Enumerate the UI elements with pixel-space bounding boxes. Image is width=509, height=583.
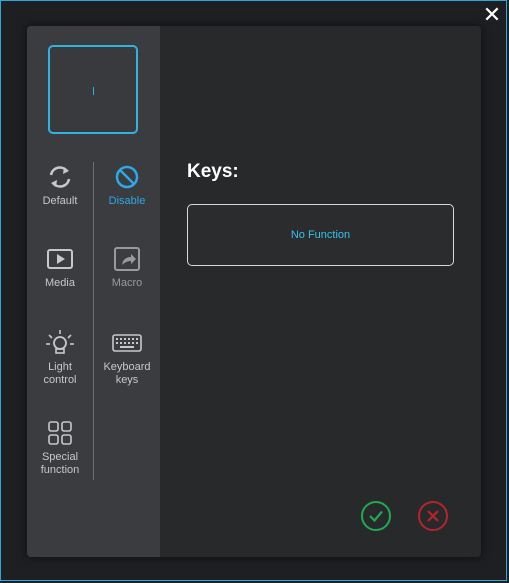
- check-icon: [369, 510, 383, 523]
- grid-icon: [48, 421, 72, 445]
- category-media[interactable]: Media: [29, 245, 91, 290]
- function-sidebar: Default Disable Media Macro Light contro…: [27, 26, 160, 557]
- key-preview[interactable]: [48, 45, 138, 134]
- category-label-line1: Special: [41, 451, 79, 463]
- close-button[interactable]: ✕: [480, 4, 504, 28]
- confirm-button[interactable]: [361, 501, 391, 531]
- keyboard-icon: [112, 334, 142, 352]
- key-assignment-dialog: Default Disable Media Macro Light contro…: [27, 26, 481, 557]
- disable-icon: [115, 165, 139, 189]
- refresh-icon: [49, 166, 71, 188]
- category-label: Disable: [108, 195, 146, 207]
- category-label: Macro: [111, 277, 143, 289]
- keys-value: No Function: [290, 229, 351, 241]
- category-label-line2: function: [40, 464, 80, 476]
- keys-heading: Keys:: [187, 161, 239, 182]
- category-label-line2: control: [43, 374, 77, 386]
- category-disable[interactable]: Disable: [96, 163, 158, 208]
- main-panel: [160, 26, 481, 557]
- category-label-line1: Light: [48, 361, 72, 373]
- category-label: Default: [42, 195, 78, 207]
- category-label-line2: keys: [115, 374, 139, 386]
- text-caret: [93, 87, 94, 95]
- category-label: Media: [45, 277, 75, 289]
- bulb-icon: [46, 330, 74, 354]
- keys-field[interactable]: No Function: [187, 204, 454, 266]
- category-keyboard-keys[interactable]: Keyboard keys: [93, 329, 161, 387]
- category-light-control[interactable]: Light control: [29, 329, 91, 387]
- cancel-button[interactable]: [418, 501, 448, 531]
- category-macro[interactable]: Macro: [96, 245, 158, 290]
- sidebar-divider: [93, 162, 94, 480]
- macro-icon: [114, 247, 140, 271]
- category-label-line1: Keyboard: [103, 361, 151, 373]
- category-default[interactable]: Default: [29, 163, 91, 208]
- play-icon: [47, 249, 73, 269]
- category-special-function[interactable]: Special function: [29, 419, 91, 477]
- close-x-icon: [427, 510, 439, 522]
